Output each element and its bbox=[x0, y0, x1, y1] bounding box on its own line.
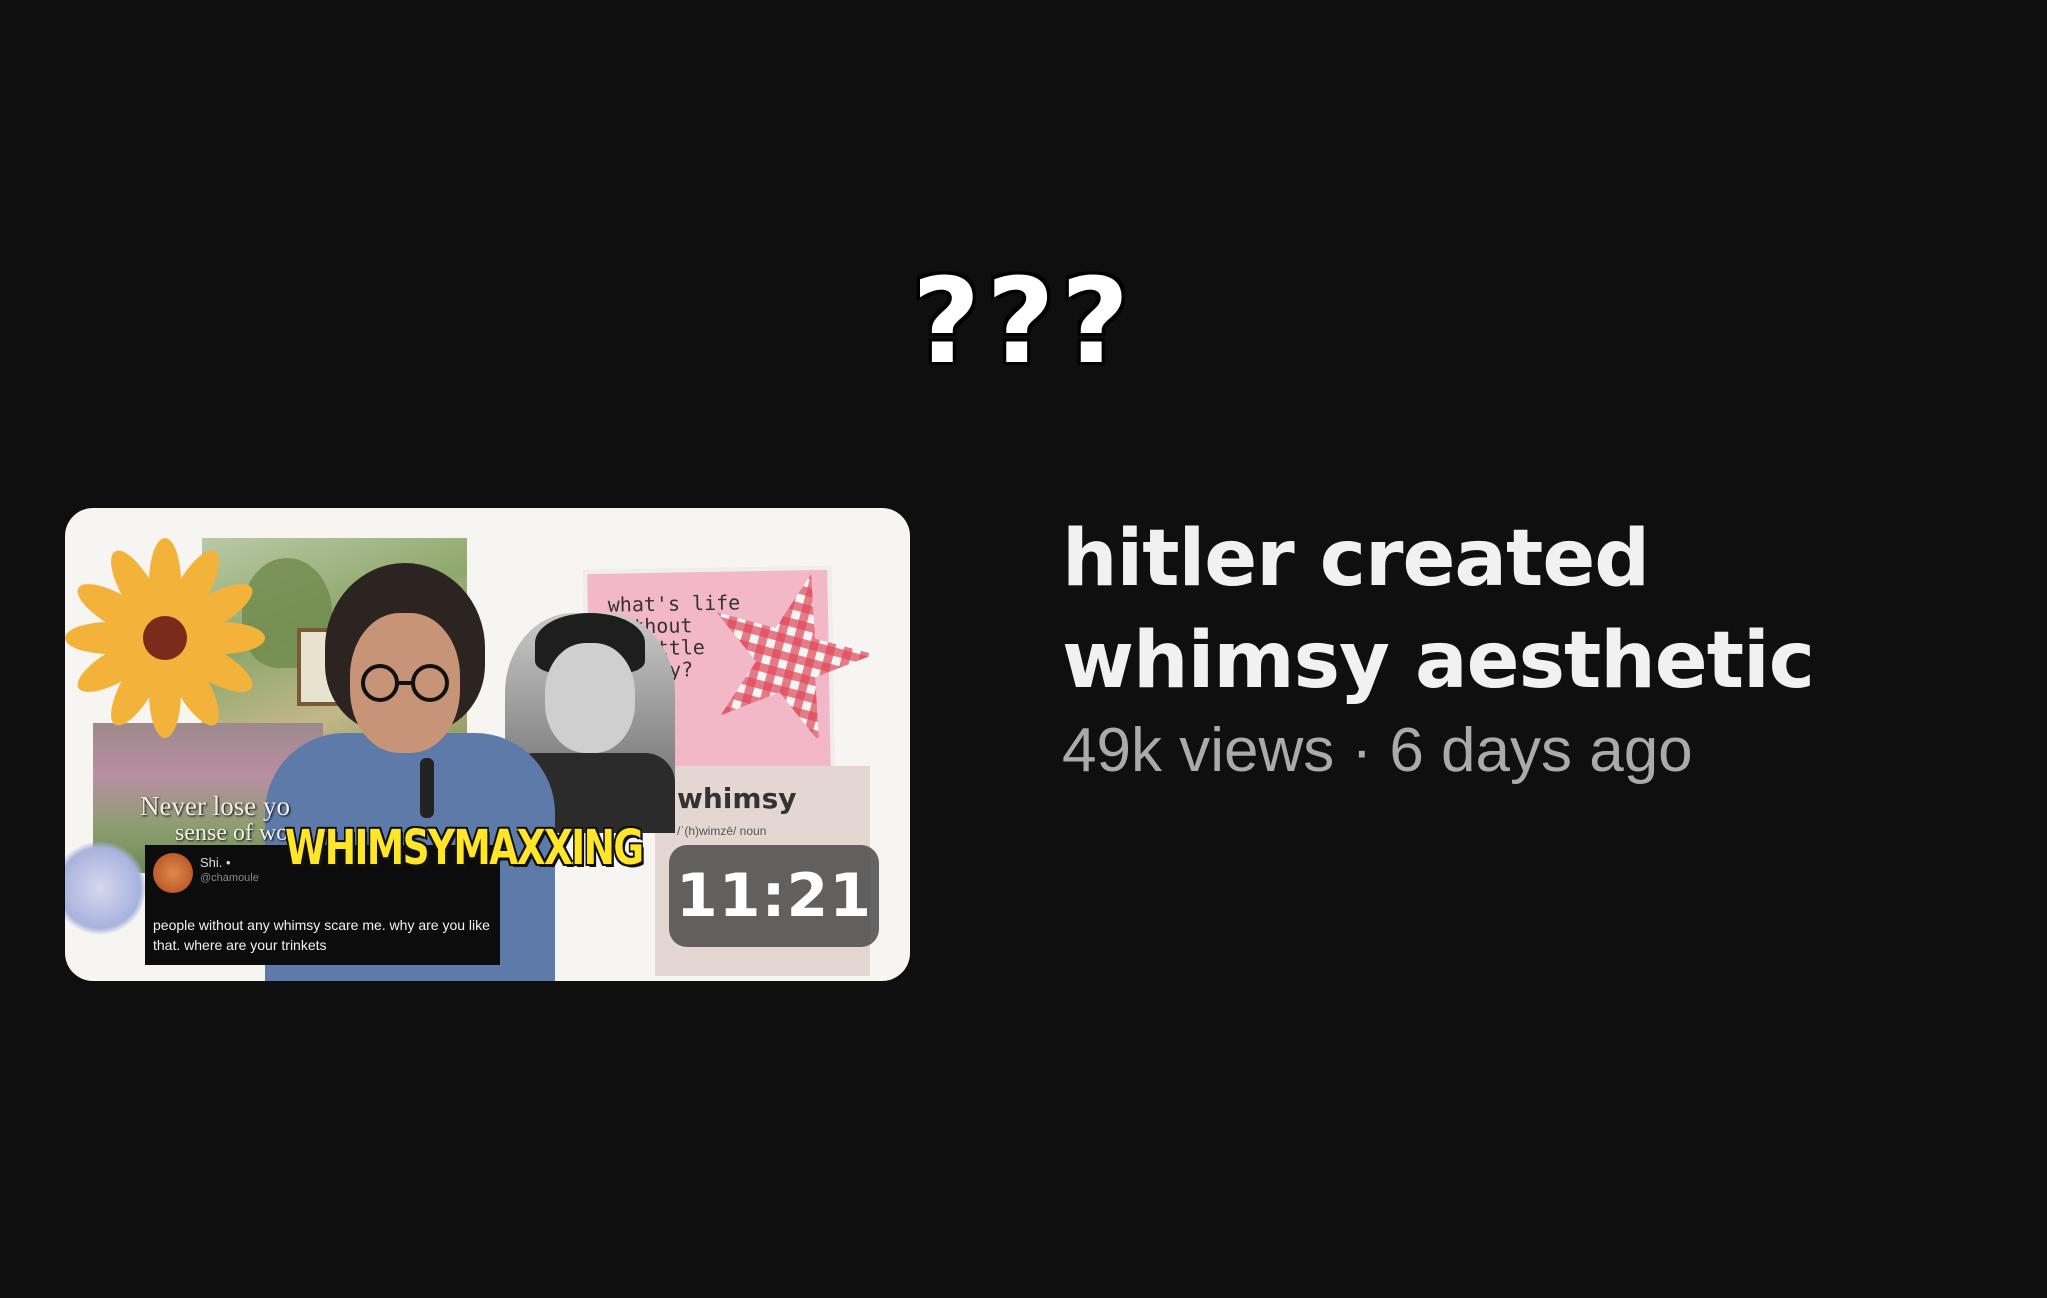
video-stats: 49k views · 6 days ago bbox=[1062, 716, 1693, 785]
thumbnail-never-text-2: sense of wo bbox=[175, 820, 289, 846]
avatar bbox=[153, 853, 193, 893]
daisy-icon bbox=[65, 538, 265, 738]
meme-caption: ??? bbox=[911, 252, 1136, 390]
duration-badge: 11:21 bbox=[669, 845, 879, 947]
video-meta: hitler created whimsy aesthetic 49k view… bbox=[1062, 508, 1962, 790]
video-list-item[interactable]: what's life without a little whimsy? whi… bbox=[65, 508, 2047, 983]
video-thumbnail[interactable]: what's life without a little whimsy? whi… bbox=[65, 508, 910, 981]
tweet-name: Shi. • bbox=[200, 855, 231, 870]
tweet-text: people without any whimsy scare me. why … bbox=[153, 917, 490, 953]
definition-word: whimsy bbox=[677, 782, 797, 815]
definition-pos: /ˈ(h)wimzē/ noun bbox=[677, 824, 767, 838]
thumbnail-never-text: Never lose yo bbox=[140, 791, 290, 821]
star-icon bbox=[716, 574, 875, 738]
tweet-handle: @chamoule bbox=[200, 872, 259, 884]
thumbnail-banner: WHIMSYMAXXING bbox=[285, 820, 644, 876]
video-title[interactable]: hitler created whimsy aesthetic bbox=[1062, 508, 1962, 712]
